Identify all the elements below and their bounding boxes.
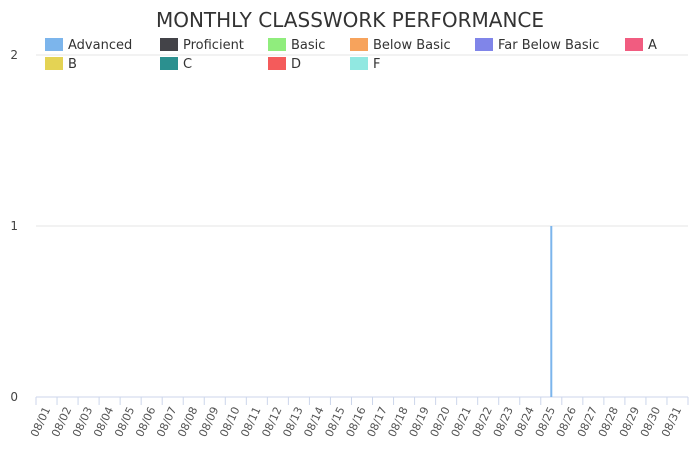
- legend-item[interactable]: B: [45, 57, 77, 72]
- legend-label: F: [373, 57, 380, 72]
- legend-item[interactable]: F: [350, 57, 380, 72]
- legend-label: Basic: [291, 38, 325, 53]
- legend-swatch: [45, 38, 63, 51]
- legend-swatch: [160, 38, 178, 51]
- legend-label: Far Below Basic: [498, 38, 599, 53]
- y-tick-label: 0: [10, 390, 18, 404]
- grid: [36, 54, 688, 398]
- legend-item[interactable]: D: [268, 57, 301, 72]
- legend-item[interactable]: Below Basic: [350, 38, 451, 53]
- chart-svg: MONTHLY CLASSWORK PERFORMANCE Advanced Pr…: [10, 8, 689, 439]
- y-tick-label: 2: [10, 48, 18, 62]
- legend-swatch: [350, 57, 368, 70]
- legend-label: Below Basic: [373, 38, 451, 53]
- legend-item[interactable]: Basic: [268, 38, 325, 53]
- chart-title: MONTHLY CLASSWORK PERFORMANCE: [156, 8, 544, 32]
- y-axis-ticks: 0 1 2: [10, 48, 18, 404]
- legend-label: A: [648, 38, 657, 53]
- chart-container: MONTHLY CLASSWORK PERFORMANCE Advanced Pr…: [0, 0, 700, 467]
- bar[interactable]: [550, 226, 553, 397]
- legend-item[interactable]: Proficient: [160, 38, 244, 53]
- legend-swatch: [160, 57, 178, 70]
- legend-swatch: [350, 38, 368, 51]
- x-tick-label: 08/31: [659, 405, 684, 439]
- y-tick-label: 1: [10, 219, 18, 233]
- legend-swatch: [475, 38, 493, 51]
- legend-label: B: [68, 57, 77, 72]
- legend-label: C: [183, 57, 192, 72]
- legend-swatch: [625, 38, 643, 51]
- legend-swatch: [45, 57, 63, 70]
- legend-swatch: [268, 57, 286, 70]
- bars: [550, 226, 553, 397]
- legend-item[interactable]: Advanced: [45, 38, 132, 53]
- legend-item[interactable]: A: [625, 38, 657, 53]
- legend-item[interactable]: Far Below Basic: [475, 38, 599, 53]
- legend-swatch: [268, 38, 286, 51]
- legend-label: Advanced: [68, 38, 132, 53]
- legend-item[interactable]: C: [160, 57, 192, 72]
- legend-label: D: [291, 57, 301, 72]
- x-axis-ticks: 08/0108/0208/0308/0408/0508/0608/0708/08…: [28, 397, 689, 439]
- legend-label: Proficient: [183, 38, 244, 53]
